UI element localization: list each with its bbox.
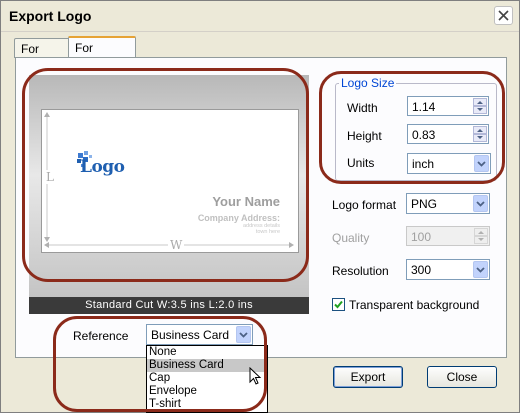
arrow-down-icon	[478, 238, 484, 241]
reference-select[interactable]: Business Card	[146, 324, 253, 345]
business-card-preview: L W Logo Your Name Company Address: addr…	[41, 109, 299, 253]
mouse-cursor-icon	[249, 367, 262, 385]
close-button[interactable]: Close	[427, 366, 497, 388]
window-title: Export Logo	[9, 8, 92, 24]
close-icon	[498, 10, 509, 21]
card-address-line2: town here	[255, 229, 280, 235]
resolution-select[interactable]: 300	[406, 259, 490, 280]
width-value: 1.14	[412, 100, 436, 114]
dropdown-button[interactable]	[236, 326, 251, 343]
dropdown-button[interactable]	[473, 195, 488, 212]
arrow-up-icon	[478, 231, 484, 234]
width-label: Width	[347, 101, 378, 115]
width-marker: W	[168, 238, 185, 252]
transparent-background-checkbox[interactable]	[332, 298, 345, 311]
arrow-up-icon	[477, 101, 483, 104]
decrement-button	[474, 236, 488, 244]
units-value: inch	[412, 157, 435, 171]
arrow-down-icon	[477, 108, 483, 111]
transparent-background-label[interactable]: Transparent background	[349, 298, 479, 312]
chevron-down-icon	[239, 332, 248, 338]
decrement-button[interactable]	[473, 106, 487, 114]
export-logo-dialog: Export Logo For Web For Publish L W Logo	[0, 0, 520, 413]
units-label: Units	[347, 156, 375, 170]
dropdown-button[interactable]	[474, 155, 489, 172]
card-name: Your Name	[212, 194, 280, 209]
quality-stepper: 100	[406, 226, 490, 246]
chevron-down-icon	[476, 267, 485, 273]
height-stepper[interactable]: 0.83	[407, 124, 489, 144]
reference-label: Reference	[73, 329, 129, 343]
quality-label: Quality	[332, 231, 370, 245]
dropdown-option[interactable]: None	[147, 346, 267, 359]
increment-button	[474, 228, 488, 236]
resolution-value: 300	[411, 263, 432, 277]
logo-text: Logo	[80, 157, 125, 177]
window-close-button[interactable]	[494, 6, 513, 25]
chevron-down-icon	[476, 201, 485, 207]
logo-format-value: PNG	[411, 197, 438, 211]
title-bar: Export Logo	[1, 1, 519, 32]
cut-info-bar: Standard Cut W:3.5 ins L:2.0 ins	[29, 297, 309, 314]
logo-format-select[interactable]: PNG	[406, 193, 490, 214]
dropdown-button[interactable]	[473, 261, 488, 278]
reference-value: Business Card	[151, 328, 230, 342]
height-label: Height	[347, 129, 382, 143]
units-select[interactable]: inch	[407, 153, 491, 174]
height-marker: L	[46, 170, 54, 184]
decrement-button[interactable]	[473, 134, 487, 142]
width-stepper[interactable]: 1.14	[407, 96, 489, 116]
dropdown-option[interactable]: T-shirt	[147, 398, 267, 411]
checkmark-icon	[334, 300, 343, 309]
increment-button[interactable]	[473, 126, 487, 134]
chevron-down-icon	[477, 161, 486, 167]
arrow-up-icon	[477, 129, 483, 132]
logo-mark: Logo	[77, 150, 125, 178]
tab-for-publish[interactable]: For Publish	[68, 36, 136, 69]
increment-button[interactable]	[473, 98, 487, 106]
quality-value: 100	[411, 230, 432, 244]
height-value: 0.83	[412, 128, 436, 142]
card-company: Company Address:	[197, 213, 280, 223]
resolution-label: Resolution	[332, 264, 389, 278]
logo-size-title: Logo Size	[339, 76, 397, 90]
export-button[interactable]: Export	[333, 366, 403, 388]
logo-format-label: Logo format	[332, 198, 397, 212]
arrow-down-icon	[477, 136, 483, 139]
tab-for-web[interactable]: For Web	[14, 38, 70, 70]
